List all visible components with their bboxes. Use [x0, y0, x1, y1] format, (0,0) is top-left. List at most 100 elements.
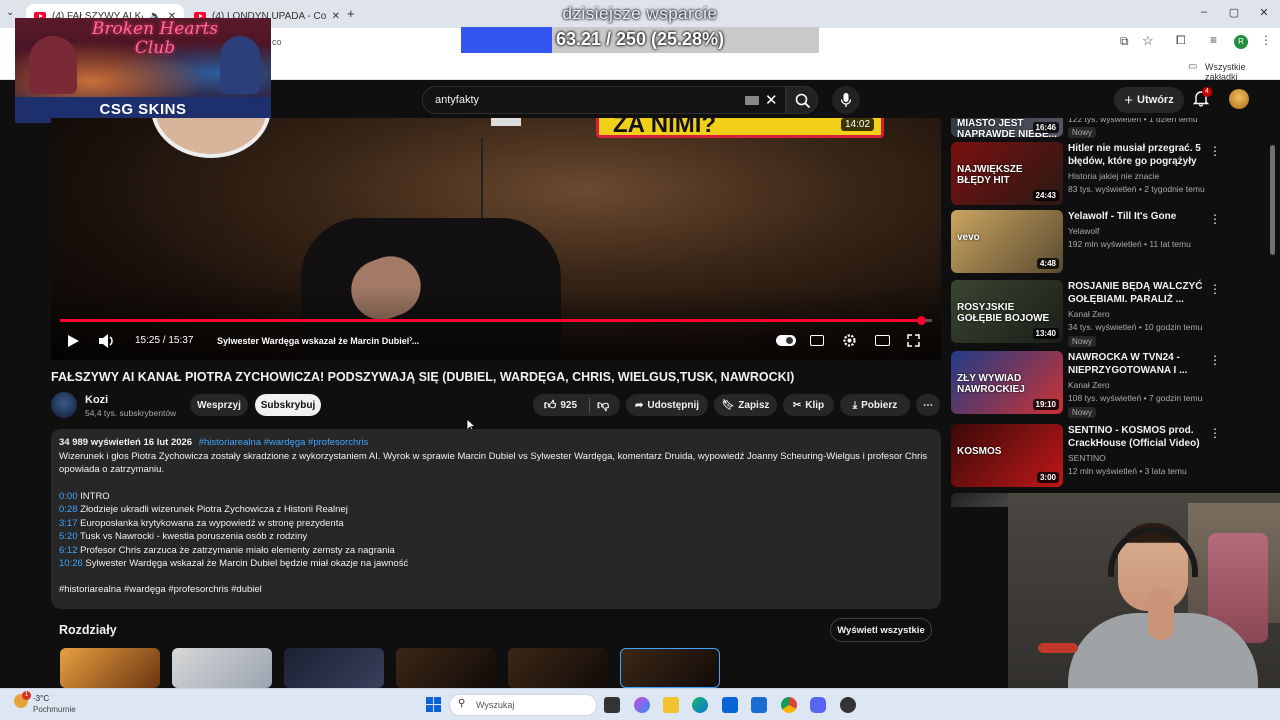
weather-description[interactable]: Pochmurnie [33, 705, 76, 714]
video-title[interactable]: ROSJANIE BĘDĄ WALCZYĆ GOŁĘBIAMI. PARALIŻ… [1068, 280, 1208, 306]
copilot-icon[interactable] [634, 697, 650, 713]
recommended-video[interactable]: KOSMOS 3:00 SENTINO - KOSMOS prod. CrackHo… [951, 424, 1266, 488]
channel-name[interactable]: Kanał Zero [1068, 380, 1110, 390]
chapter-timestamp-link[interactable]: 6:12 [59, 545, 78, 556]
channel-avatar[interactable] [51, 392, 77, 418]
weather-icon[interactable]: 1 [14, 691, 31, 708]
description-bottom-tags[interactable]: #historiarealna #wardęga #profesorchris … [59, 584, 262, 595]
video-thumbnail[interactable]: KOSMOS 3:00 [951, 424, 1063, 487]
file-explorer-icon[interactable] [663, 697, 679, 713]
create-button[interactable]: + Utwórz [1114, 87, 1184, 113]
progress-scrubber[interactable] [916, 316, 926, 325]
video-thumbnail[interactable]: DOBIT SIĘ ŻE W LONDYN... TO MIASTO JEST … [951, 118, 1063, 137]
subtitles-icon[interactable] [810, 335, 824, 346]
keyboard-icon[interactable] [745, 96, 759, 105]
search-button[interactable] [786, 86, 818, 114]
video-thumbnail[interactable]: NAJWIĘKSZE BŁĘDY HIT 24:43 [951, 142, 1063, 205]
video-thumbnail[interactable]: ZŁY WYWIAD NAWROCKIEJ 19:10 [951, 351, 1063, 414]
chapter-timestamp-link[interactable]: 3:17 [59, 518, 78, 529]
more-options-icon[interactable]: ⋮ [1209, 353, 1221, 367]
extensions-icon[interactable]: ⧠ [1176, 33, 1186, 48]
more-options-icon[interactable]: ⋮ [1209, 426, 1221, 440]
recommended-video[interactable]: vevo 4:48 Yelawolf - Till It's Gone Yelawol… [951, 210, 1266, 274]
fullscreen-icon[interactable] [907, 334, 920, 347]
more-actions-button[interactable]: ⋯ [916, 394, 940, 416]
profile-avatar[interactable]: R [1234, 35, 1248, 49]
browser-menu-icon[interactable]: ⋮ [1260, 33, 1272, 47]
support-button[interactable]: Wesprzyj [190, 394, 248, 416]
video-thumbnail[interactable]: vevo 4:48 [951, 210, 1063, 273]
more-options-icon[interactable]: ⋮ [1209, 212, 1221, 226]
download-button[interactable]: ⤓ Pobierz [840, 394, 910, 416]
recommended-video[interactable]: ROSYJSKIE GOŁĘBIE BOJOWE 13:40 ROSJANIE BĘ… [951, 280, 1266, 347]
save-button[interactable]: 🔖︎ Zapisz [714, 394, 777, 416]
recommended-video[interactable]: ZŁY WYWIAD NAWROCKIEJ 19:10 NAWROCKA W TVN… [951, 351, 1266, 418]
like-count[interactable]: 925 [560, 400, 577, 411]
search-box[interactable]: antyfakty ✕ [422, 86, 786, 114]
taskbar-search-box[interactable]: ⚲ Wyszukaj [449, 694, 597, 716]
store-icon[interactable] [751, 697, 767, 713]
bookmark-star-icon[interactable]: ☆ [1142, 33, 1154, 49]
chapter-thumbnail[interactable] [284, 648, 384, 688]
new-tab-plus-icon[interactable]: + [347, 6, 355, 21]
discord-icon[interactable] [810, 697, 826, 713]
chapter-thumbnail-active[interactable] [620, 648, 720, 688]
channel-name[interactable]: SENTINO [1068, 453, 1106, 463]
tab-list-chevron-icon[interactable]: ⌄ [6, 7, 14, 18]
search-input[interactable]: antyfakty [435, 94, 479, 106]
chapter-thumbnail[interactable] [172, 648, 272, 688]
video-thumbnail[interactable]: ROSYJSKIE GOŁĘBIE BOJOWE 13:40 [951, 280, 1063, 343]
all-bookmarks-link[interactable]: Wszystkie zakładki [1205, 62, 1280, 82]
channel-name[interactable]: Yelawolf [1068, 226, 1099, 236]
chapter-timestamp-link[interactable]: 10:26 [59, 558, 83, 569]
progress-bar[interactable] [60, 316, 932, 325]
clip-button[interactable]: ✂ Klip [783, 394, 834, 416]
chapter-timestamp-link[interactable]: 0:28 [59, 504, 78, 515]
video-title[interactable]: SENTINO - KOSMOS prod. CrackHouse (Offic… [1068, 424, 1208, 450]
minimize-icon[interactable]: – [1194, 6, 1214, 18]
description-top-tags[interactable]: #historiarealna #wardęga #profesorchris [199, 437, 369, 448]
thumbs-up-icon[interactable]: 👍︎ [544, 398, 557, 413]
chapter-thumbnail[interactable] [508, 648, 608, 688]
edge-icon[interactable] [692, 697, 708, 713]
cast-icon[interactable]: ⧉ [1120, 34, 1129, 49]
recommended-video[interactable]: NAJWIĘKSZE BŁĘDY HIT 24:43 Hitler nie musi… [951, 142, 1266, 206]
chapter-timestamp-link[interactable]: 0:00 [59, 491, 78, 502]
subscribe-button[interactable]: Subskrybuj [255, 394, 321, 416]
settings-gear-icon[interactable] [842, 333, 857, 348]
obs-icon[interactable] [840, 697, 856, 713]
clear-search-icon[interactable]: ✕ [765, 91, 778, 109]
volume-icon[interactable] [98, 333, 116, 349]
task-view-icon[interactable] [604, 697, 620, 713]
channel-name[interactable]: Kanał Zero [1068, 309, 1110, 319]
chapter-title[interactable]: Sylwester Wardęga wskazał że Marcin Dubi… [217, 336, 419, 346]
video-title[interactable]: NAWROCKA W TVN24 - NIEPRZYGOTOWANA I ... [1068, 351, 1208, 377]
autoplay-toggle[interactable] [776, 335, 796, 346]
chrome-icon[interactable] [781, 697, 797, 713]
weather-temperature[interactable]: -3°C [33, 694, 49, 703]
media-controls-icon[interactable]: ≡ [1210, 33, 1217, 47]
view-all-chapters-button[interactable]: Wyświetl wszystkie [830, 618, 932, 642]
video-title[interactable]: Yelawolf - Till It's Gone [1068, 210, 1208, 223]
share-button[interactable]: ➦ Udostępnij [626, 394, 708, 416]
miniplayer-icon[interactable] [875, 335, 890, 346]
account-avatar[interactable] [1229, 89, 1249, 109]
more-options-icon[interactable]: ⋮ [1209, 144, 1221, 158]
chapter-thumbnail[interactable] [396, 648, 496, 688]
thumbs-down-icon[interactable]: 👎︎ [597, 398, 609, 413]
chapter-thumbnail[interactable] [60, 648, 160, 688]
channel-name[interactable]: Historia jakiej nie znacie [1068, 171, 1159, 181]
tab-close-icon[interactable]: ✕ [332, 11, 340, 22]
address-url[interactable]: co [272, 37, 282, 47]
outlook-icon[interactable] [722, 697, 738, 713]
maximize-icon[interactable]: ▢ [1224, 6, 1244, 19]
play-icon[interactable] [66, 334, 80, 348]
video-title[interactable]: Hitler nie musiał przegrać. 5 błędów, kt… [1068, 142, 1208, 168]
description-box[interactable]: 34 989 wyświetleń 16 lut 2026 #historiar… [51, 429, 941, 609]
more-options-icon[interactable]: ⋮ [1209, 282, 1221, 296]
voice-search-button[interactable] [832, 86, 860, 114]
scrollbar-thumb[interactable] [1270, 145, 1275, 255]
chapter-timestamp-link[interactable]: 5:20 [59, 531, 78, 542]
windows-start-icon[interactable] [426, 697, 441, 712]
video-player[interactable]: ZA NIMI? 14:02 15:25 / 15:37 Sylwester W… [51, 118, 941, 360]
